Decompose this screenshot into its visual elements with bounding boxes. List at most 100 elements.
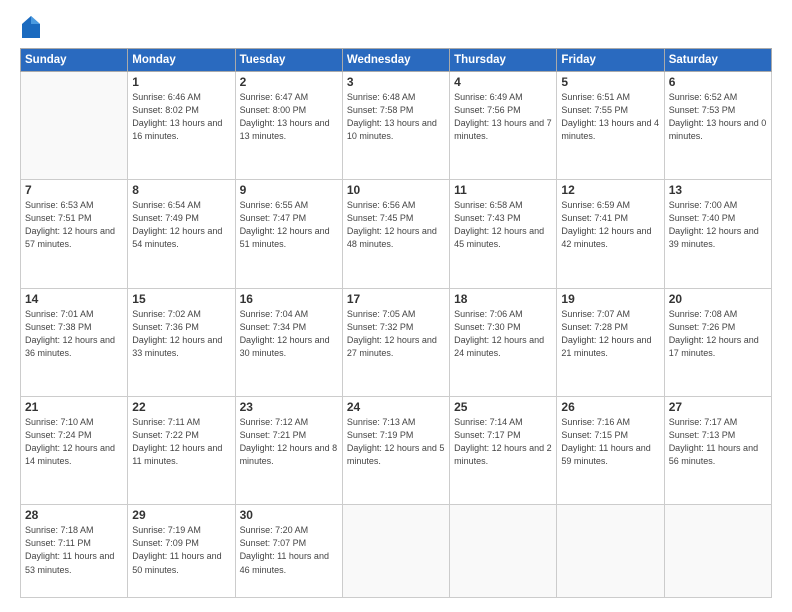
weekday-header-wednesday: Wednesday xyxy=(342,49,449,72)
logo-icon xyxy=(22,16,40,38)
calendar-cell: 21Sunrise: 7:10 AMSunset: 7:24 PMDayligh… xyxy=(21,397,128,505)
calendar-cell: 17 Sunrise: 7:05 AMSunset: 7:32 PMDayligh… xyxy=(342,288,449,396)
cell-details: Sunrise: 7:12 AMSunset: 7:21 PMDaylight:… xyxy=(240,416,338,468)
day-number: 28 xyxy=(25,508,123,522)
calendar-cell: 25 Sunrise: 7:14 AMSunset: 7:17 PMDayligh… xyxy=(450,397,557,505)
logo xyxy=(20,18,40,38)
cell-details: Sunrise: 7:08 AMSunset: 7:26 PMDaylight:… xyxy=(669,308,767,360)
cell-details: Sunrise: 7:16 AMSunset: 7:15 PMDaylight:… xyxy=(561,416,659,468)
cell-details: Sunrise: 7:19 AMSunset: 7:09 PMDaylight:… xyxy=(132,524,230,576)
cell-details: Sunrise: 7:05 AMSunset: 7:32 PMDaylight:… xyxy=(347,308,445,360)
calendar-cell: 22 Sunrise: 7:11 AMSunset: 7:22 PMDayligh… xyxy=(128,397,235,505)
cell-details: Sunrise: 7:11 AMSunset: 7:22 PMDaylight:… xyxy=(132,416,230,468)
calendar-cell: 18 Sunrise: 7:06 AMSunset: 7:30 PMDayligh… xyxy=(450,288,557,396)
cell-details: Sunrise: 7:10 AMSunset: 7:24 PMDaylight:… xyxy=(25,416,123,468)
day-number: 20 xyxy=(669,292,767,306)
calendar-cell: 26Sunrise: 7:16 AMSunset: 7:15 PMDayligh… xyxy=(557,397,664,505)
cell-details: Sunrise: 6:49 AMSunset: 7:56 PMDaylight:… xyxy=(454,91,552,143)
cell-details: Sunrise: 7:14 AMSunset: 7:17 PMDaylight:… xyxy=(454,416,552,468)
calendar-cell xyxy=(21,72,128,180)
day-number: 2 xyxy=(240,75,338,89)
cell-details: Sunrise: 7:00 AMSunset: 7:40 PMDaylight:… xyxy=(669,199,767,251)
weekday-header-sunday: Sunday xyxy=(21,49,128,72)
calendar-cell: 4 Sunrise: 6:49 AMSunset: 7:56 PMDaylight… xyxy=(450,72,557,180)
calendar-cell: 16 Sunrise: 7:04 AMSunset: 7:34 PMDayligh… xyxy=(235,288,342,396)
weekday-header-friday: Friday xyxy=(557,49,664,72)
day-number: 23 xyxy=(240,400,338,414)
day-number: 9 xyxy=(240,183,338,197)
cell-details: Sunrise: 6:46 AMSunset: 8:02 PMDaylight:… xyxy=(132,91,230,143)
calendar-cell: 11 Sunrise: 6:58 AMSunset: 7:43 PMDayligh… xyxy=(450,180,557,288)
cell-details: Sunrise: 6:54 AMSunset: 7:49 PMDaylight:… xyxy=(132,199,230,251)
calendar-cell: 10 Sunrise: 6:56 AMSunset: 7:45 PMDayligh… xyxy=(342,180,449,288)
day-number: 12 xyxy=(561,183,659,197)
calendar-table: SundayMondayTuesdayWednesdayThursdayFrid… xyxy=(20,48,772,598)
cell-details: Sunrise: 7:06 AMSunset: 7:30 PMDaylight:… xyxy=(454,308,552,360)
cell-details: Sunrise: 7:17 AMSunset: 7:13 PMDaylight:… xyxy=(669,416,767,468)
weekday-header-tuesday: Tuesday xyxy=(235,49,342,72)
day-number: 5 xyxy=(561,75,659,89)
day-number: 3 xyxy=(347,75,445,89)
calendar-cell xyxy=(450,505,557,598)
day-number: 11 xyxy=(454,183,552,197)
day-number: 13 xyxy=(669,183,767,197)
day-number: 27 xyxy=(669,400,767,414)
cell-details: Sunrise: 7:07 AMSunset: 7:28 PMDaylight:… xyxy=(561,308,659,360)
cell-details: Sunrise: 7:04 AMSunset: 7:34 PMDaylight:… xyxy=(240,308,338,360)
day-number: 4 xyxy=(454,75,552,89)
calendar-cell: 28 Sunrise: 7:18 AMSunset: 7:11 PMDayligh… xyxy=(21,505,128,598)
calendar-cell: 5Sunrise: 6:51 AMSunset: 7:55 PMDaylight… xyxy=(557,72,664,180)
header xyxy=(20,18,772,38)
calendar-cell: 19 Sunrise: 7:07 AMSunset: 7:28 PMDayligh… xyxy=(557,288,664,396)
calendar-week-row: 1 Sunrise: 6:46 AMSunset: 8:02 PMDaylight… xyxy=(21,72,772,180)
calendar-cell: 14Sunrise: 7:01 AMSunset: 7:38 PMDayligh… xyxy=(21,288,128,396)
cell-details: Sunrise: 7:18 AMSunset: 7:11 PMDaylight:… xyxy=(25,524,123,576)
calendar-cell: 30Sunrise: 7:20 AMSunset: 7:07 PMDayligh… xyxy=(235,505,342,598)
calendar-week-row: 7Sunrise: 6:53 AMSunset: 7:51 PMDaylight… xyxy=(21,180,772,288)
day-number: 10 xyxy=(347,183,445,197)
calendar-cell: 13 Sunrise: 7:00 AMSunset: 7:40 PMDayligh… xyxy=(664,180,771,288)
calendar-cell: 27 Sunrise: 7:17 AMSunset: 7:13 PMDayligh… xyxy=(664,397,771,505)
calendar-cell: 24 Sunrise: 7:13 AMSunset: 7:19 PMDayligh… xyxy=(342,397,449,505)
cell-details: Sunrise: 6:52 AMSunset: 7:53 PMDaylight:… xyxy=(669,91,767,143)
day-number: 1 xyxy=(132,75,230,89)
day-number: 24 xyxy=(347,400,445,414)
weekday-header-thursday: Thursday xyxy=(450,49,557,72)
calendar-cell: 29 Sunrise: 7:19 AMSunset: 7:09 PMDayligh… xyxy=(128,505,235,598)
day-number: 22 xyxy=(132,400,230,414)
cell-details: Sunrise: 6:59 AMSunset: 7:41 PMDaylight:… xyxy=(561,199,659,251)
cell-details: Sunrise: 6:58 AMSunset: 7:43 PMDaylight:… xyxy=(454,199,552,251)
calendar-cell: 7Sunrise: 6:53 AMSunset: 7:51 PMDaylight… xyxy=(21,180,128,288)
cell-details: Sunrise: 6:48 AMSunset: 7:58 PMDaylight:… xyxy=(347,91,445,143)
calendar-cell: 2 Sunrise: 6:47 AMSunset: 8:00 PMDaylight… xyxy=(235,72,342,180)
day-number: 25 xyxy=(454,400,552,414)
cell-details: Sunrise: 7:20 AMSunset: 7:07 PMDaylight:… xyxy=(240,524,338,576)
cell-details: Sunrise: 6:55 AMSunset: 7:47 PMDaylight:… xyxy=(240,199,338,251)
day-number: 18 xyxy=(454,292,552,306)
calendar-cell: 6 Sunrise: 6:52 AMSunset: 7:53 PMDaylight… xyxy=(664,72,771,180)
calendar-cell: 12 Sunrise: 6:59 AMSunset: 7:41 PMDayligh… xyxy=(557,180,664,288)
calendar-week-row: 14Sunrise: 7:01 AMSunset: 7:38 PMDayligh… xyxy=(21,288,772,396)
calendar-cell: 20 Sunrise: 7:08 AMSunset: 7:26 PMDayligh… xyxy=(664,288,771,396)
calendar-week-row: 21Sunrise: 7:10 AMSunset: 7:24 PMDayligh… xyxy=(21,397,772,505)
cell-details: Sunrise: 6:56 AMSunset: 7:45 PMDaylight:… xyxy=(347,199,445,251)
calendar-cell xyxy=(342,505,449,598)
day-number: 29 xyxy=(132,508,230,522)
day-number: 6 xyxy=(669,75,767,89)
day-number: 15 xyxy=(132,292,230,306)
cell-details: Sunrise: 7:13 AMSunset: 7:19 PMDaylight:… xyxy=(347,416,445,468)
day-number: 16 xyxy=(240,292,338,306)
calendar-cell: 1 Sunrise: 6:46 AMSunset: 8:02 PMDaylight… xyxy=(128,72,235,180)
day-number: 19 xyxy=(561,292,659,306)
day-number: 14 xyxy=(25,292,123,306)
calendar-cell: 9 Sunrise: 6:55 AMSunset: 7:47 PMDaylight… xyxy=(235,180,342,288)
page: SundayMondayTuesdayWednesdayThursdayFrid… xyxy=(0,0,792,612)
day-number: 8 xyxy=(132,183,230,197)
calendar-cell xyxy=(557,505,664,598)
cell-details: Sunrise: 6:47 AMSunset: 8:00 PMDaylight:… xyxy=(240,91,338,143)
calendar-cell: 15Sunrise: 7:02 AMSunset: 7:36 PMDayligh… xyxy=(128,288,235,396)
weekday-header-saturday: Saturday xyxy=(664,49,771,72)
day-number: 17 xyxy=(347,292,445,306)
calendar-cell: 23 Sunrise: 7:12 AMSunset: 7:21 PMDayligh… xyxy=(235,397,342,505)
cell-details: Sunrise: 6:53 AMSunset: 7:51 PMDaylight:… xyxy=(25,199,123,251)
